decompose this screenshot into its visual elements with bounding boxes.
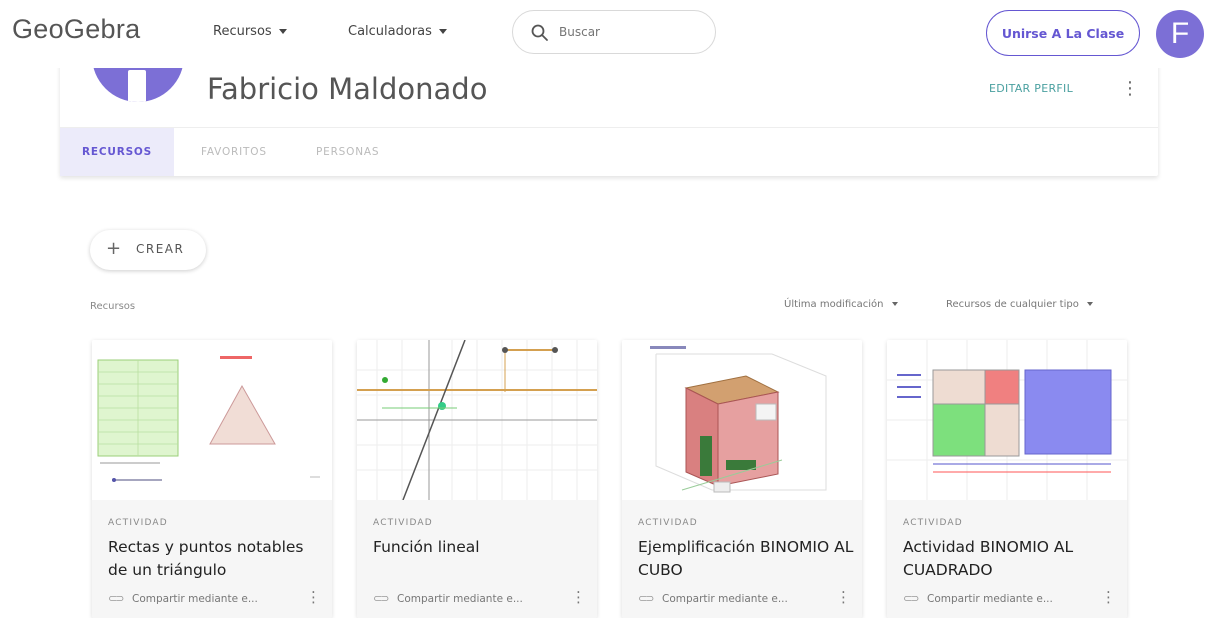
type-filter-dropdown[interactable]: Recursos de cualquier tipo xyxy=(946,299,1093,310)
card-type: ACTIVIDAD xyxy=(903,518,963,528)
card-body: ACTIVIDAD Ejemplificación BINOMIO AL CUB… xyxy=(622,500,862,618)
card-thumbnail xyxy=(622,340,862,500)
resource-card[interactable]: ACTIVIDAD Rectas y puntos notables de un… xyxy=(92,340,332,618)
share-label: Compartir mediante e... xyxy=(397,593,523,605)
card-thumbnail xyxy=(92,340,332,500)
link-icon: ⊂⊃ xyxy=(903,592,919,605)
search-box[interactable] xyxy=(512,10,716,54)
resource-card[interactable]: ACTIVIDAD Ejemplificación BINOMIO AL CUB… xyxy=(622,340,862,618)
sort-label: Última modificación xyxy=(784,299,884,310)
resource-card[interactable]: ACTIVIDAD Función lineal ⊂⊃ Compartir med… xyxy=(357,340,597,618)
share-link[interactable]: ⊂⊃ Compartir mediante e... xyxy=(638,592,788,605)
link-icon: ⊂⊃ xyxy=(373,592,389,605)
card-thumbnail xyxy=(357,340,597,500)
share-label: Compartir mediante e... xyxy=(927,593,1053,605)
card-more-icon[interactable]: ⋮ xyxy=(306,590,321,605)
create-button[interactable]: + CREAR xyxy=(90,230,206,270)
edit-profile-button[interactable]: EDITAR PERFIL xyxy=(989,82,1073,95)
tab-favoritos[interactable]: FAVORITOS xyxy=(201,128,267,176)
join-class-button[interactable]: Unirse A La Clase xyxy=(986,10,1140,56)
caret-down-icon xyxy=(891,302,898,306)
resource-card[interactable]: ACTIVIDAD Actividad BINOMIO AL CUADRADO … xyxy=(887,340,1127,618)
profile-more-icon[interactable]: ⋮ xyxy=(1121,80,1139,98)
tab-personas[interactable]: PERSONAS xyxy=(316,128,379,176)
card-more-icon[interactable]: ⋮ xyxy=(1101,590,1116,605)
plus-icon: + xyxy=(106,238,122,259)
profile-tabs: RECURSOS FAVORITOS PERSONAS xyxy=(60,127,1158,176)
card-type: ACTIVIDAD xyxy=(108,518,168,528)
card-title[interactable]: Ejemplificación BINOMIO AL CUBO xyxy=(638,536,854,582)
card-body: ACTIVIDAD Actividad BINOMIO AL CUADRADO … xyxy=(887,500,1127,618)
search-icon xyxy=(531,24,548,41)
caret-down-icon xyxy=(1086,302,1093,306)
menu-calculadoras[interactable]: Calculadoras xyxy=(348,24,447,39)
menu-recursos-label: Recursos xyxy=(213,24,272,39)
section-label: Recursos xyxy=(90,301,136,312)
card-body: ACTIVIDAD Función lineal ⊂⊃ Compartir med… xyxy=(357,500,597,618)
menu-calculadoras-label: Calculadoras xyxy=(348,24,432,39)
share-link[interactable]: ⊂⊃ Compartir mediante e... xyxy=(108,592,258,605)
card-thumbnail xyxy=(887,340,1127,500)
card-title[interactable]: Actividad BINOMIO AL CUADRADO xyxy=(903,536,1119,582)
geogebra-logo[interactable]: GeoGebra xyxy=(12,14,140,45)
share-link[interactable]: ⊂⊃ Compartir mediante e... xyxy=(903,592,1053,605)
card-type: ACTIVIDAD xyxy=(638,518,698,528)
sort-dropdown[interactable]: Última modificación xyxy=(784,299,898,310)
card-more-icon[interactable]: ⋮ xyxy=(836,590,851,605)
card-body: ACTIVIDAD Rectas y puntos notables de un… xyxy=(92,500,332,618)
caret-down-icon xyxy=(278,29,287,34)
profile-name: Fabricio Maldonado xyxy=(207,72,488,106)
card-title[interactable]: Función lineal xyxy=(373,536,589,559)
user-avatar[interactable]: F xyxy=(1156,10,1204,58)
top-navigation-bar: GeoGebra Recursos Calculadoras Unirse A … xyxy=(0,0,1212,68)
link-icon: ⊂⊃ xyxy=(108,592,124,605)
caret-down-icon xyxy=(438,29,447,34)
link-icon: ⊂⊃ xyxy=(638,592,654,605)
card-title[interactable]: Rectas y puntos notables de un triángulo xyxy=(108,536,324,582)
card-type: ACTIVIDAD xyxy=(373,518,433,528)
share-link[interactable]: ⊂⊃ Compartir mediante e... xyxy=(373,592,523,605)
search-input[interactable] xyxy=(559,21,699,43)
type-filter-label: Recursos de cualquier tipo xyxy=(946,299,1079,310)
share-label: Compartir mediante e... xyxy=(132,593,258,605)
share-label: Compartir mediante e... xyxy=(662,593,788,605)
tab-recursos[interactable]: RECURSOS xyxy=(60,128,175,176)
card-more-icon[interactable]: ⋮ xyxy=(571,590,586,605)
create-label: CREAR xyxy=(136,242,185,256)
menu-recursos[interactable]: Recursos xyxy=(213,24,287,39)
